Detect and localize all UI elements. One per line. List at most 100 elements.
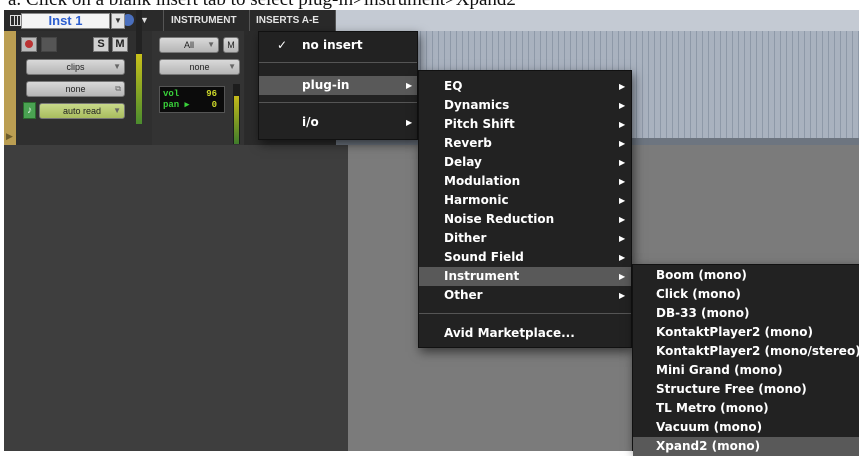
menu-item-dynamics[interactable]: Dynamics ▶ xyxy=(419,96,631,115)
menu-item-label: Click (mono) xyxy=(656,287,741,301)
chevron-down-icon: ▼ xyxy=(113,62,121,71)
tab-instrument-label: INSTRUMENT xyxy=(171,15,237,26)
meter-level xyxy=(234,96,239,144)
menu-item-label: Sound Field xyxy=(444,250,524,264)
menu-item-label: no insert xyxy=(302,38,363,52)
menu-item-sound-field[interactable]: Sound Field ▶ xyxy=(419,248,631,267)
menu-item-label: Vacuum (mono) xyxy=(656,420,763,434)
menu-item-noise-reduction[interactable]: Noise Reduction ▶ xyxy=(419,210,631,229)
track-output-selector[interactable]: none ⧉ xyxy=(26,81,125,97)
menu-item-structure-free[interactable]: Structure Free (mono) xyxy=(633,380,859,399)
submenu-arrow-icon: ▶ xyxy=(619,291,626,300)
pan-label: pan xyxy=(163,100,180,110)
submenu-arrow-icon: ▶ xyxy=(619,158,626,167)
menu-item-tl-metro[interactable]: TL Metro (mono) xyxy=(633,399,859,418)
pan-value[interactable]: 0 xyxy=(212,100,217,111)
chevron-down-icon: ▼ xyxy=(207,40,215,49)
menu-item-label: plug-in xyxy=(302,78,350,92)
instrument-plugin-submenu: Boom (mono) Click (mono) DB-33 (mono) Ko… xyxy=(632,264,859,456)
menu-item-label: Modulation xyxy=(444,174,521,188)
meter-level xyxy=(136,54,142,124)
menu-item-delay[interactable]: Delay ▶ xyxy=(419,153,631,172)
menu-item-boom[interactable]: Boom (mono) xyxy=(633,266,859,285)
menu-item-label: Other xyxy=(444,288,483,302)
submenu-arrow-icon: ▶ xyxy=(619,101,626,110)
menu-item-label: Reverb xyxy=(444,136,492,150)
checkmark-icon: ✓ xyxy=(277,38,288,52)
automation-mode-label: auto read xyxy=(62,106,102,116)
menu-item-xpand2[interactable]: Xpand2 (mono) xyxy=(633,437,859,456)
menu-item-instrument[interactable]: Instrument ▶ xyxy=(419,267,631,286)
tab-inserts-label: INSERTS A-E xyxy=(256,15,319,26)
tab-instrument[interactable]: INSTRUMENT xyxy=(164,10,250,31)
track-name-dropdown[interactable]: ▼ xyxy=(111,13,125,29)
menu-item-label: Instrument xyxy=(444,269,520,283)
midi-channel-selector[interactable]: All ▼ xyxy=(159,37,219,53)
submenu-arrow-icon: ▶ xyxy=(619,215,626,224)
menu-item-label: Noise Reduction xyxy=(444,212,555,226)
submenu-arrow-icon: ▶ xyxy=(619,234,626,243)
menu-separator xyxy=(419,313,631,314)
tab-inserts-a-e[interactable]: INSERTS A-E xyxy=(250,10,336,31)
menu-item-mini-grand[interactable]: Mini Grand (mono) xyxy=(633,361,859,380)
solo-button[interactable]: S xyxy=(93,37,109,52)
menu-item-dither[interactable]: Dither ▶ xyxy=(419,229,631,248)
submenu-arrow-icon: ▶ xyxy=(619,82,626,91)
menu-separator xyxy=(259,102,417,103)
expand-triangle-icon[interactable]: ▶ xyxy=(6,131,13,142)
menu-item-click[interactable]: Click (mono) xyxy=(633,285,859,304)
menu-item-label: KontaktPlayer2 (mono) xyxy=(656,325,813,339)
timeline-ruler-header xyxy=(336,10,859,31)
menu-item-label: TL Metro (mono) xyxy=(656,401,769,415)
menu-item-label: DB-33 (mono) xyxy=(656,306,750,320)
vol-value[interactable]: 96 xyxy=(206,89,217,100)
chevron-down-icon: ▼ xyxy=(114,16,122,25)
menu-item-io[interactable]: i/o ▶ xyxy=(259,113,417,132)
menu-item-plug-in[interactable]: plug-in ▶ xyxy=(259,76,417,95)
menu-item-harmonic[interactable]: Harmonic ▶ xyxy=(419,191,631,210)
menu-item-kontaktplayer2-mono-stereo[interactable]: KontaktPlayer2 (mono/stereo) xyxy=(633,342,859,361)
menu-item-label: Structure Free (mono) xyxy=(656,382,807,396)
midi-input-label: none xyxy=(189,62,210,72)
menu-item-pitch-shift[interactable]: Pitch Shift ▶ xyxy=(419,115,631,134)
chevron-down-icon: ▼ xyxy=(228,62,236,71)
vol-pan-display[interactable]: vol 96 pan ▸ 0 xyxy=(159,86,225,113)
plugin-category-menu: EQ ▶ Dynamics ▶ Pitch Shift ▶ Reverb ▶ Delay… xyxy=(418,70,632,348)
submenu-arrow-icon: ▶ xyxy=(619,139,626,148)
menu-item-label: i/o xyxy=(302,115,319,129)
menu-item-other[interactable]: Other ▶ xyxy=(419,286,631,305)
menu-item-no-insert[interactable]: ✓ no insert xyxy=(259,36,417,55)
menu-item-label: Delay xyxy=(444,155,482,169)
menu-item-modulation[interactable]: Modulation ▶ xyxy=(419,172,631,191)
menu-item-label: KontaktPlayer2 (mono/stereo) xyxy=(656,344,859,358)
menu-item-label: Harmonic xyxy=(444,193,509,207)
menu-item-label: EQ xyxy=(444,79,463,93)
track-view-selector[interactable]: clips ▼ xyxy=(26,59,125,75)
menu-separator xyxy=(259,62,417,63)
instruction-caption: a. Click on a blank insert tab to select… xyxy=(0,0,859,10)
record-enable-button[interactable] xyxy=(21,37,37,52)
automation-mode-selector[interactable]: auto read ▼ xyxy=(39,103,125,119)
menu-item-avid-marketplace[interactable]: Avid Marketplace... xyxy=(419,324,631,343)
menu-item-db-33[interactable]: DB-33 (mono) xyxy=(633,304,859,323)
menu-item-reverb[interactable]: Reverb ▶ xyxy=(419,134,631,153)
menu-item-eq[interactable]: EQ ▶ xyxy=(419,77,631,96)
mute-button[interactable]: M xyxy=(112,37,128,52)
menu-item-vacuum[interactable]: Vacuum (mono) xyxy=(633,418,859,437)
track-color-tab xyxy=(4,31,16,145)
track-name-field[interactable]: Inst 1 xyxy=(21,13,110,29)
input-monitor-button[interactable] xyxy=(41,37,57,52)
menu-item-label: Pitch Shift xyxy=(444,117,515,131)
submenu-arrow-icon: ▶ xyxy=(619,272,626,281)
menu-item-kontaktplayer2-mono[interactable]: KontaktPlayer2 (mono) xyxy=(633,323,859,342)
instrument-level-meter xyxy=(233,84,240,144)
instrument-mute-button[interactable]: M xyxy=(223,37,239,53)
menu-item-label: Dynamics xyxy=(444,98,510,112)
midi-input-selector[interactable]: none ▼ xyxy=(159,59,240,75)
track-output-label: none xyxy=(65,84,86,94)
vol-label: vol xyxy=(163,89,180,99)
menu-item-label: Boom (mono) xyxy=(656,268,747,282)
submenu-arrow-icon: ▶ xyxy=(619,196,626,205)
track-level-meter xyxy=(136,10,142,124)
insert-menu: ✓ no insert plug-in ▶ i/o ▶ xyxy=(258,31,418,140)
